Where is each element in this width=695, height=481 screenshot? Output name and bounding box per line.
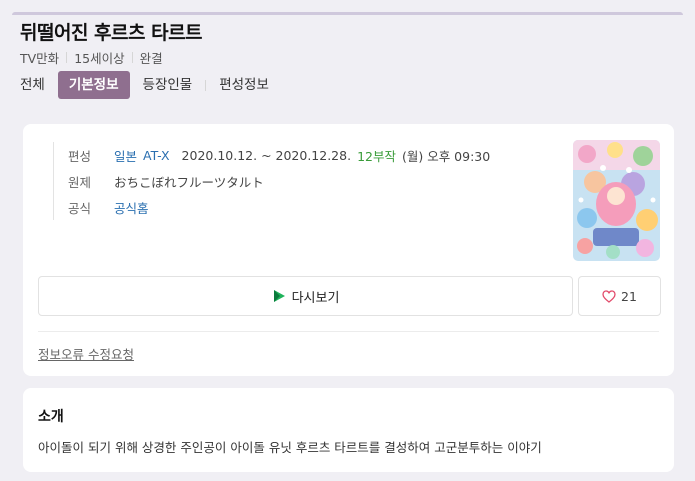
page-title: 뒤떨어진 후르츠 타르트 xyxy=(20,22,203,44)
broadcast-time: (월) 오후 09:30 xyxy=(401,148,491,164)
info-row-original: 원제 おちこぼれフルーツタルト xyxy=(68,168,490,194)
play-logo-icon xyxy=(272,289,286,303)
episode-count: 12부작 xyxy=(357,148,396,164)
poster-image[interactable] xyxy=(573,140,660,261)
intro-text: 아이돌이 되기 위해 상경한 주인공이 아이돌 유닛 후르츠 타르트를 결성하여… xyxy=(38,440,542,455)
broadcast-country-link[interactable]: 일본 xyxy=(114,146,137,165)
card-divider xyxy=(38,331,659,332)
tab-all[interactable]: 전체 xyxy=(20,71,45,99)
official-homepage-link[interactable]: 공식홈 xyxy=(114,198,149,217)
info-row-broadcast: 편성 일본 AT-X 2020.10.12. ~ 2020.12.28. 12부… xyxy=(68,142,490,168)
like-count: 21 xyxy=(621,288,637,304)
tab-schedule[interactable]: 편성정보 xyxy=(219,71,269,99)
meta-status: 완결 xyxy=(139,51,163,66)
broadcast-period: 2020.10.12. ~ 2020.12.28. xyxy=(181,147,352,163)
rewatch-button[interactable]: 다시보기 xyxy=(38,276,573,316)
intro-title: 소개 xyxy=(38,409,64,425)
meta-type: TV만화 xyxy=(20,51,60,66)
report-error-link[interactable]: 정보오류 수정요청 xyxy=(38,344,134,363)
basic-info-card: 편성 일본 AT-X 2020.10.12. ~ 2020.12.28. 12부… xyxy=(23,124,674,376)
info-list: 편성 일본 AT-X 2020.10.12. ~ 2020.12.28. 12부… xyxy=(53,142,490,220)
meta-divider xyxy=(66,52,68,63)
info-label: 편성 xyxy=(68,148,92,164)
info-label: 공식 xyxy=(68,200,92,216)
original-title: おちこぼれフルーツタルト xyxy=(114,174,264,190)
intro-card: 소개 아이돌이 되기 위해 상경한 주인공이 아이돌 유닛 후르츠 타르트를 결… xyxy=(23,388,674,472)
rewatch-label: 다시보기 xyxy=(291,290,340,306)
info-label: 원제 xyxy=(68,174,92,190)
tab-basic-info[interactable]: 기본정보 xyxy=(57,71,130,99)
like-button[interactable]: 21 xyxy=(578,276,661,316)
tab-divider xyxy=(205,79,207,91)
meta-rating: 15세이상 xyxy=(74,51,125,66)
meta-divider xyxy=(131,52,133,63)
heart-icon xyxy=(602,289,616,303)
header-top-line xyxy=(12,12,683,15)
tab-characters[interactable]: 등장인물 xyxy=(143,71,193,99)
tab-bar: 전체 기본정보 등장인물 편성정보 xyxy=(20,71,269,99)
meta-info: TV만화 15세이상 완결 xyxy=(20,48,163,67)
broadcast-channel-link[interactable]: AT-X xyxy=(143,148,170,163)
info-row-official: 공식 공식홈 xyxy=(68,194,490,220)
